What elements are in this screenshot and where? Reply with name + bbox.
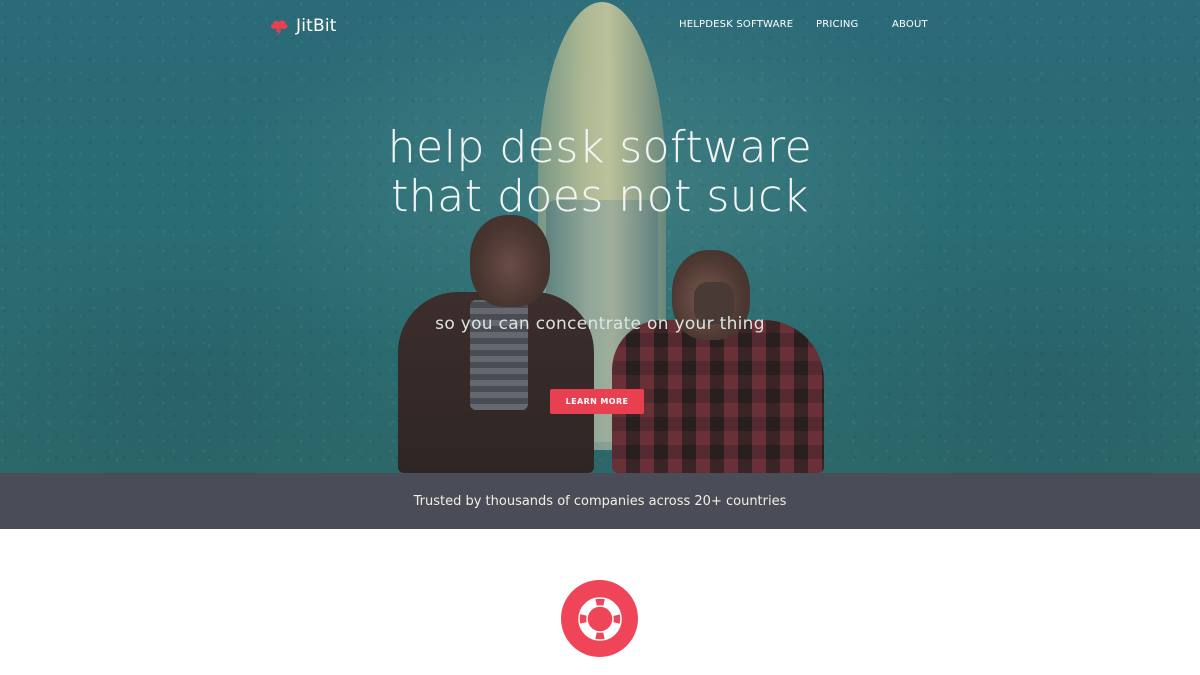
nav-item-about[interactable]: ABOUT bbox=[892, 19, 928, 30]
lifebuoy-icon bbox=[577, 596, 622, 641]
hero-headline: help desk software that does not suck bbox=[300, 123, 900, 221]
hero-headline-line-1: help desk software bbox=[387, 122, 813, 173]
nav-item-helpdesk-software[interactable]: HELPDESK SOFTWARE bbox=[679, 19, 793, 30]
hero-subheadline: so you can concentrate on your thing bbox=[435, 314, 765, 334]
lifebuoy-badge bbox=[561, 580, 638, 657]
features-section bbox=[0, 529, 1200, 675]
main-nav: HELPDESK SOFTWARE PRICING ABOUT bbox=[0, 19, 1200, 35]
nav-item-pricing[interactable]: PRICING bbox=[816, 19, 859, 30]
hero-person-left-head bbox=[470, 215, 550, 307]
hero-section: JitBit HELPDESK SOFTWARE PRICING ABOUT h… bbox=[0, 0, 1200, 473]
hero-headline-line-2: that does not suck bbox=[391, 171, 809, 222]
learn-more-button[interactable]: LEARN MORE bbox=[550, 389, 644, 414]
trust-bar: Trusted by thousands of companies across… bbox=[0, 473, 1200, 529]
landing-page: JitBit HELPDESK SOFTWARE PRICING ABOUT h… bbox=[0, 0, 1200, 675]
trust-bar-text: Trusted by thousands of companies across… bbox=[413, 493, 787, 509]
